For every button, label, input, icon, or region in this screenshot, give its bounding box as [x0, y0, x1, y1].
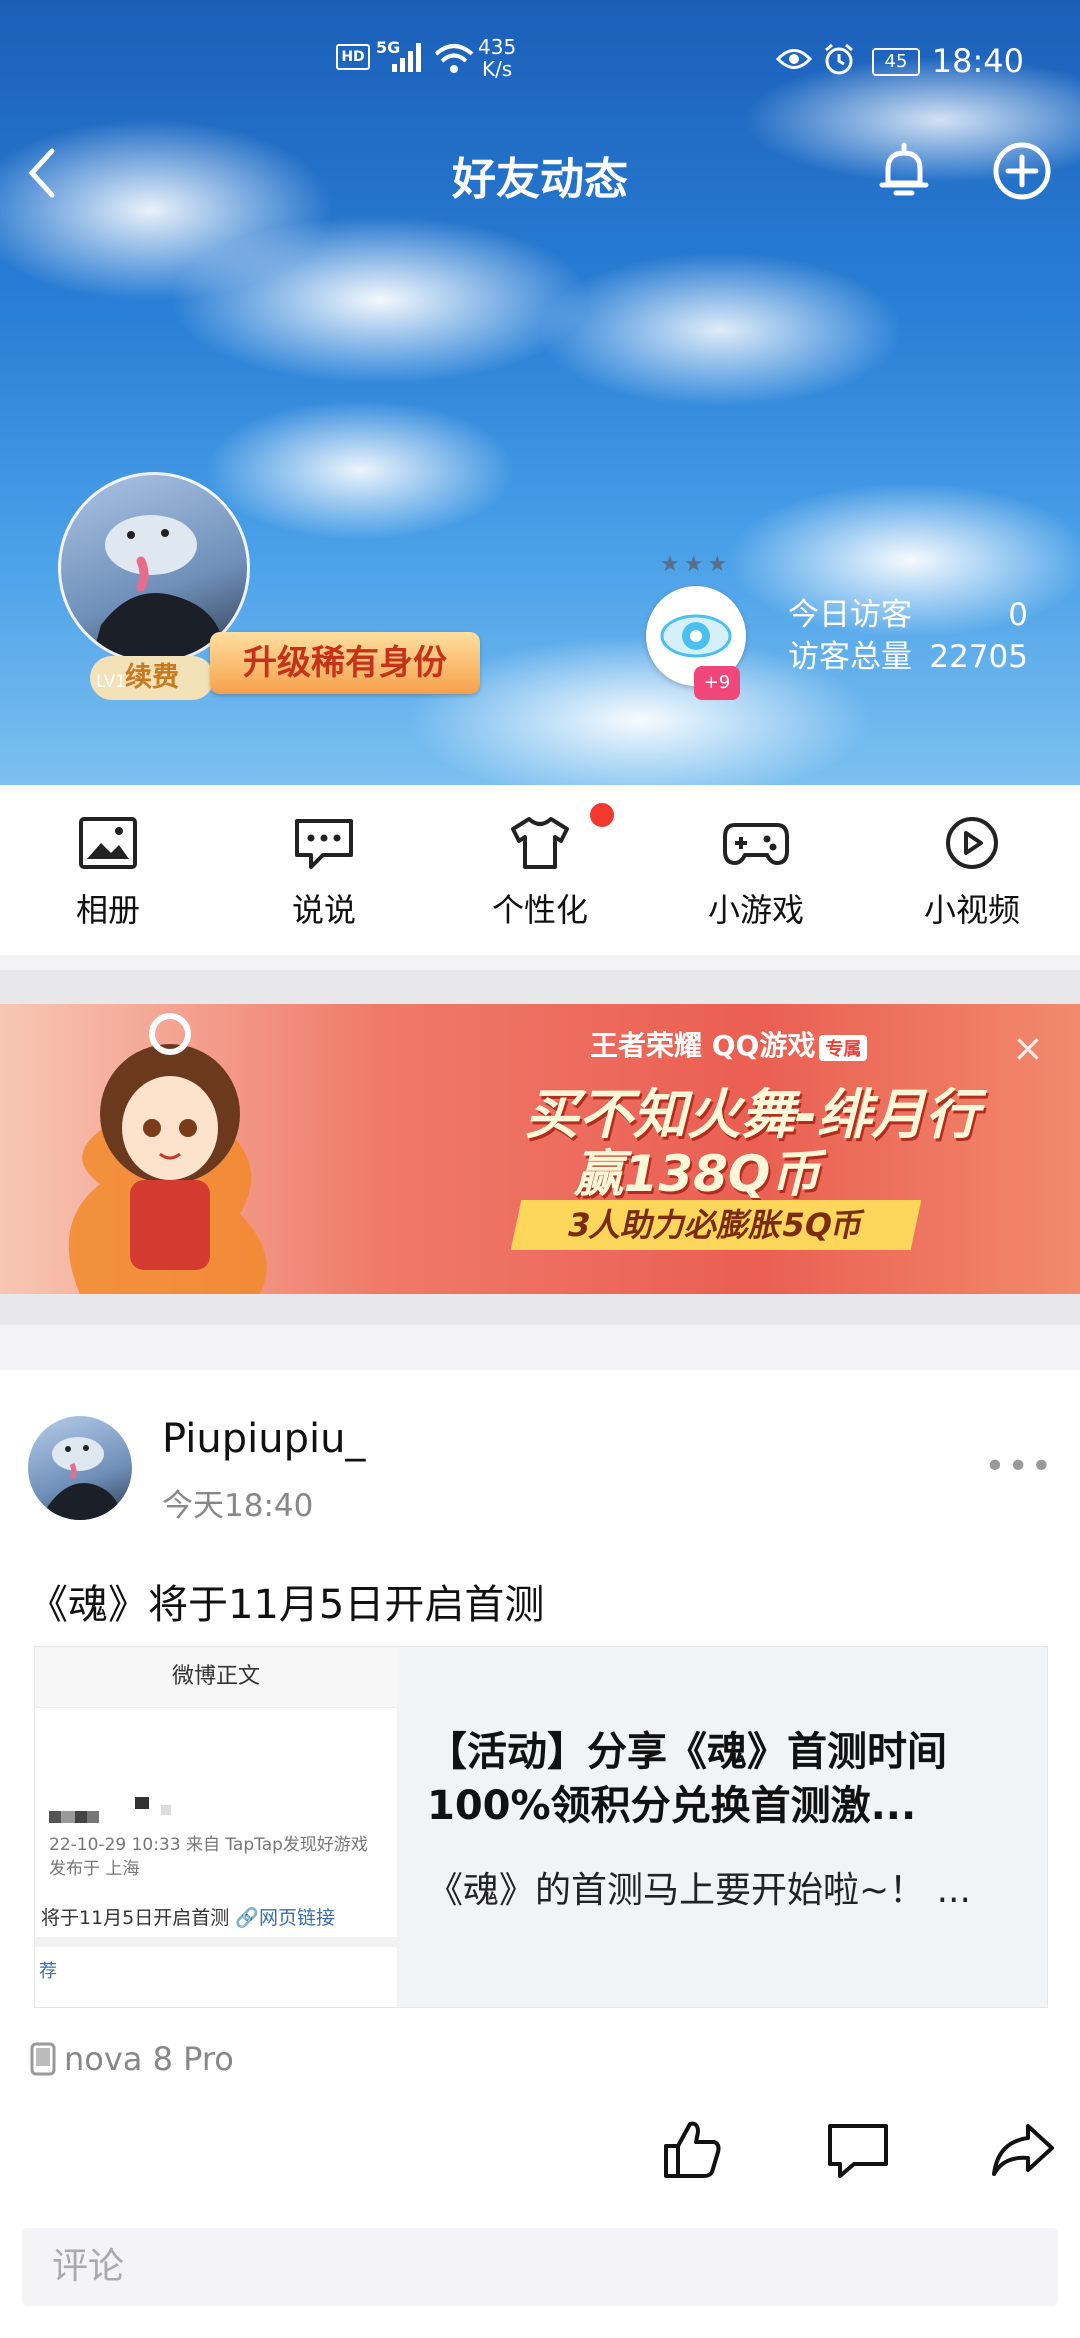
- author-name[interactable]: Piupiupiu_: [162, 1416, 365, 1462]
- clock: 18:40: [931, 42, 1024, 80]
- alarm-icon: [825, 43, 853, 75]
- bell-icon[interactable]: [874, 139, 934, 203]
- visitor-new-badge: +9: [694, 666, 740, 700]
- total-visitors-value: 22705: [929, 639, 1028, 675]
- cover-image[interactable]: HD 5G 435 K/s 45 18:40 好友动态 续费 LV1 升级稀有身…: [0, 0, 1080, 785]
- more-options-icon[interactable]: •••: [984, 1446, 1054, 1487]
- ad-section: 王者荣耀 QQ游戏 专属 买不知火舞-绯月行 赢138Q币 3人助力必膨胀5Q币 …: [0, 970, 1080, 1370]
- ad-banner[interactable]: 王者荣耀 QQ游戏 专属 买不知火舞-绯月行 赢138Q币 3人助力必膨胀5Q币 …: [0, 1004, 1080, 1294]
- menu-item-label: 小游戏: [707, 891, 804, 929]
- feed-post: Piupiupiu_ 今天18:40 ••• 《魂》将于11月5日开启首测 微博…: [0, 1370, 1080, 2338]
- character-illustration: [68, 1013, 267, 1294]
- album-icon: [79, 817, 137, 869]
- post-actions: [0, 2110, 1080, 2190]
- today-visitors-label: 今日访客: [788, 597, 912, 633]
- menu-item-label: 小视频: [923, 891, 1020, 929]
- battery-indicator: 45: [872, 48, 920, 76]
- menu-item-shortvideo[interactable]: 小视频: [864, 785, 1080, 955]
- comment-icon[interactable]: [826, 2118, 890, 2182]
- post-time: 今天18:40: [162, 1488, 314, 1524]
- comment-input[interactable]: 评论: [22, 2228, 1058, 2306]
- menu-item-label: 说说: [291, 891, 356, 929]
- play-icon: [946, 817, 998, 869]
- post-text: 《魂》将于11月5日开启首测: [28, 1582, 545, 1628]
- section-divider: [0, 955, 1080, 970]
- ad-close-icon[interactable]: ×: [1012, 1026, 1044, 1070]
- network-speed: 435 K/s: [478, 35, 517, 81]
- hd-icon: HD: [336, 44, 370, 70]
- tshirt-icon: [511, 817, 569, 869]
- ad-brand: 王者荣耀 QQ游戏 专属: [590, 1024, 868, 1064]
- link-summary: 《魂》的首测马上要开始啦~！ ...: [427, 1870, 971, 1911]
- visitor-stats[interactable]: 今日访客 0 访客总量 22705: [788, 594, 1028, 678]
- signal-icon: [392, 43, 421, 72]
- wifi-icon: [434, 44, 474, 73]
- gamepad-icon: [723, 823, 789, 866]
- upgrade-identity-button[interactable]: 升级稀有身份: [210, 632, 480, 694]
- link-thumbnail: 微博正文 22-10-29 10:33 来自 TapTap发现好游戏 发布于 上海…: [35, 1647, 397, 2007]
- share-icon[interactable]: [990, 2118, 1056, 2182]
- menu-item-shuoshuo[interactable]: 说说: [216, 785, 432, 955]
- total-visitors-label: 访客总量: [788, 639, 912, 675]
- phone-icon: [30, 2042, 56, 2076]
- ad-tagline: 3人助力必膨胀5Q币: [510, 1200, 922, 1250]
- menu-item-minigame[interactable]: 小游戏: [648, 785, 864, 955]
- menu-item-label: 相册: [75, 891, 140, 929]
- redacted-blocks: [49, 1797, 171, 1823]
- chat-bubble-icon: [295, 819, 353, 869]
- eye-care-icon: [776, 49, 812, 69]
- ad-subheadline: 赢138Q币: [573, 1145, 821, 1203]
- status-bar: HD 5G 435 K/s 45 18:40: [0, 0, 1080, 120]
- author-avatar[interactable]: [28, 1416, 132, 1520]
- level-badge: LV1: [96, 672, 127, 692]
- feature-menu: 相册 说说 个性化 小游戏 小视频: [0, 785, 1080, 955]
- link-card[interactable]: 微博正文 22-10-29 10:33 来自 TapTap发现好游戏 发布于 上海…: [34, 1646, 1048, 2008]
- notification-dot: [590, 803, 614, 827]
- menu-item-label: 个性化: [491, 891, 588, 929]
- add-circle-icon[interactable]: [990, 139, 1054, 203]
- stars-decoration: ★★★: [660, 552, 732, 577]
- like-icon[interactable]: [660, 2118, 724, 2182]
- section-divider: [0, 1325, 1080, 1370]
- menu-item-personalize[interactable]: 个性化: [432, 785, 648, 955]
- top-bar: 好友动态: [0, 135, 1080, 215]
- link-title: 【活动】分享《魂》首测时间 100%领积分兑换首测激...: [427, 1729, 947, 1829]
- menu-item-album[interactable]: 相册: [0, 785, 216, 955]
- device-info: nova 8 Pro: [30, 2040, 234, 2078]
- today-visitors-value: 0: [1008, 597, 1028, 633]
